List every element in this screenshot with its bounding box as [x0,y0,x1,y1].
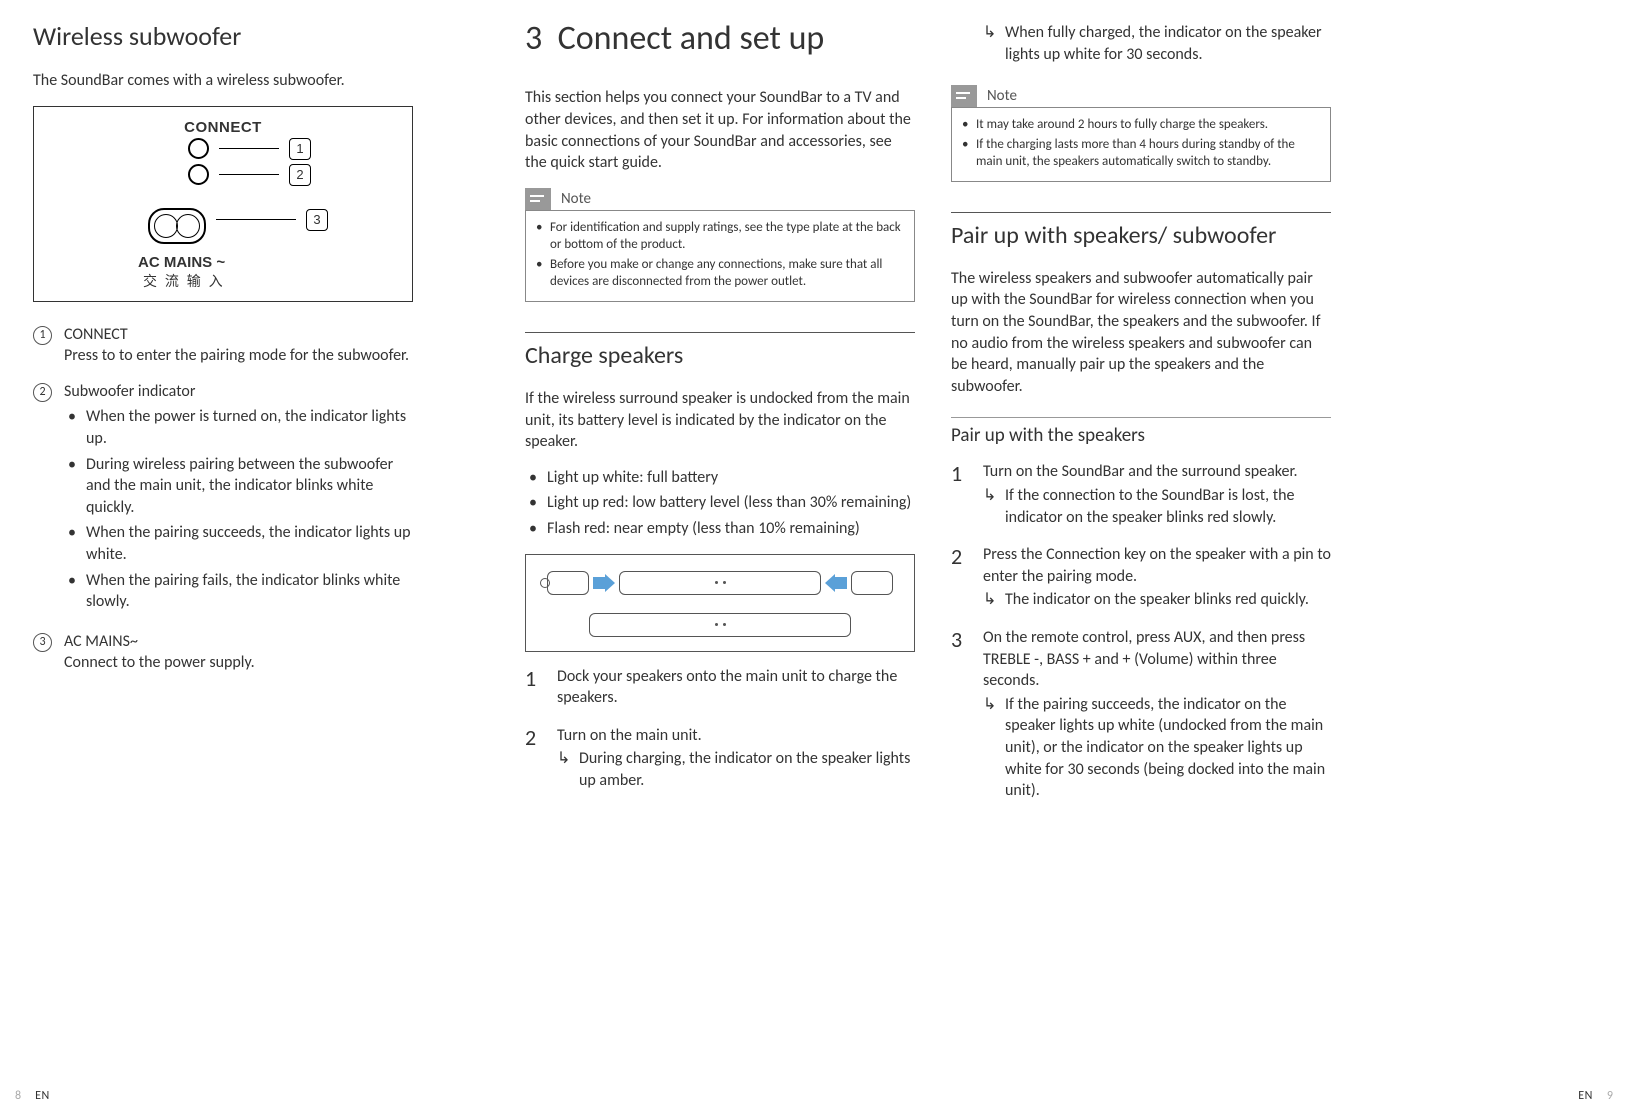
page-number-left: 8 [15,1089,21,1103]
note-item: Before you make or change any connection… [536,256,904,291]
note-label: Note [561,190,591,208]
step-result: During charging, the indicator on the sp… [557,748,915,791]
footer-right: EN 9 [1578,1089,1613,1103]
section-pair-up: Pair up with speakers/ subwoofer [951,212,1331,250]
ac-plug-icon [148,208,206,244]
speaker-left-icon [547,571,589,595]
note-item: It may take around 2 hours to fully char… [962,116,1320,134]
gutter [431,20,507,1080]
step-2: Turn on the main unit. During charging, … [525,725,915,792]
note-label: Note [987,87,1017,105]
step-result: The indicator on the speaker blinks red … [983,589,1331,611]
bullet: When the power is turned on, the indicat… [64,406,413,449]
legend-item-1: 1 CONNECT Press to to enter the pairing … [33,324,413,367]
port-icon [188,138,209,159]
step-text: Dock your speakers onto the main unit to… [557,667,897,708]
ac-mains-label: AC MAINS ~ [138,254,398,271]
column-3: When fully charged, the indicator on the… [933,20,1349,1080]
leader-line [219,174,279,175]
page-spread: Wireless subwoofer The SoundBar comes wi… [0,0,1643,1090]
diagram-connect-label: CONNECT [48,119,398,136]
port-icon [188,164,209,185]
charge-steps: Dock your speakers onto the main unit to… [525,666,915,792]
section-intro: If the wireless surround speaker is undo… [525,388,915,453]
column-2: 3 Connect and set up This section helps … [507,20,933,1080]
subwoofer-diagram: CONNECT 1 2 3 AC MAINS ~ 交 流 输 入 [33,106,413,302]
battery-bullets: Light up white: full battery Light up re… [525,467,915,540]
legend-desc: Connect to the power supply. [64,652,413,674]
section-charge-speakers: Charge speakers [525,332,915,370]
arrow-right-icon [593,574,615,592]
note-icon [525,188,551,210]
arrow-left-icon [825,574,847,592]
callout-2: 2 [289,164,311,186]
legend-item-3: 3 AC MAINS~ Connect to the power supply. [33,631,413,674]
step-text: Turn on the SoundBar and the surround sp… [983,462,1297,481]
note-item: If the charging lasts more than 4 hours … [962,136,1320,171]
bullet: During wireless pairing between the subw… [64,454,413,519]
pair-step-2: Press the Connection key on the speaker … [951,544,1331,611]
marker-icon: 2 [33,383,52,402]
callout-1: 1 [289,138,311,160]
bullet: When the pairing fails, the indicator bl… [64,570,413,613]
step-text: Press the Connection key on the speaker … [983,545,1331,586]
leader-line [216,219,296,220]
continuation-result: When fully charged, the indicator on the… [983,22,1331,65]
leader-line [219,148,279,149]
soundbar-docked-icon [589,613,851,637]
legend-title: AC MAINS~ [64,631,413,653]
pair-intro: The wireless speakers and subwoofer auto… [951,268,1331,398]
chapter-heading: 3 Connect and set up [525,20,915,57]
legend-title: CONNECT [64,324,413,346]
pair-step-1: Turn on the SoundBar and the surround sp… [951,461,1331,528]
note-box: Note For identification and supply ratin… [525,188,915,302]
legend-bullets: When the power is turned on, the indicat… [64,406,413,612]
note-item: For identification and supply ratings, s… [536,219,904,254]
pair-steps: Turn on the SoundBar and the surround sp… [951,461,1331,801]
bullet: Light up white: full battery [525,467,915,489]
subsection-pair-speakers: Pair up with the speakers [951,417,1331,447]
speaker-right-icon [851,571,893,595]
legend-item-2: 2 Subwoofer indicator When the power is … [33,381,413,617]
step-result: If the pairing succeeds, the indicator o… [983,694,1331,802]
chapter-intro: This section helps you connect your Soun… [525,87,915,173]
ac-mains-cjk: 交 流 输 入 [143,271,398,291]
chapter-title: Connect and set up [558,18,825,59]
pair-step-3: On the remote control, press AUX, and th… [951,627,1331,802]
bullet: Flash red: near empty (less than 10% rem… [525,518,915,540]
callout-legend: 1 CONNECT Press to to enter the pairing … [33,324,413,674]
callout-3: 3 [306,209,328,231]
lang-label-right: EN [1578,1089,1593,1103]
soundbar-icon [619,571,821,595]
note-icon [951,85,977,107]
note-body: For identification and supply ratings, s… [525,210,915,302]
marker-icon: 1 [33,326,52,345]
step-1: Dock your speakers onto the main unit to… [525,666,915,709]
legend-title: Subwoofer indicator [64,381,413,403]
step-text: On the remote control, press AUX, and th… [983,628,1305,690]
step-text: Turn on the main unit. [557,726,702,745]
lang-label-left: EN [35,1089,50,1103]
bullet: Light up red: low battery level (less th… [525,492,915,514]
intro-text: The SoundBar comes with a wireless subwo… [33,70,413,92]
marker-icon: 3 [33,633,52,652]
soundbar-diagram [525,554,915,652]
chapter-number: 3 [525,18,542,59]
column-1: Wireless subwoofer The SoundBar comes wi… [15,20,431,1080]
footer-left: 8 EN [15,1089,50,1103]
page-number-right: 9 [1607,1089,1613,1103]
step-result: If the connection to the SoundBar is los… [983,485,1331,528]
note-body: It may take around 2 hours to fully char… [951,107,1331,182]
bullet: When the pairing succeeds, the indicator… [64,522,413,565]
legend-desc: Press to to enter the pairing mode for t… [64,345,413,367]
heading-wireless-subwoofer: Wireless subwoofer [33,20,413,52]
note-box: Note It may take around 2 hours to fully… [951,85,1331,182]
